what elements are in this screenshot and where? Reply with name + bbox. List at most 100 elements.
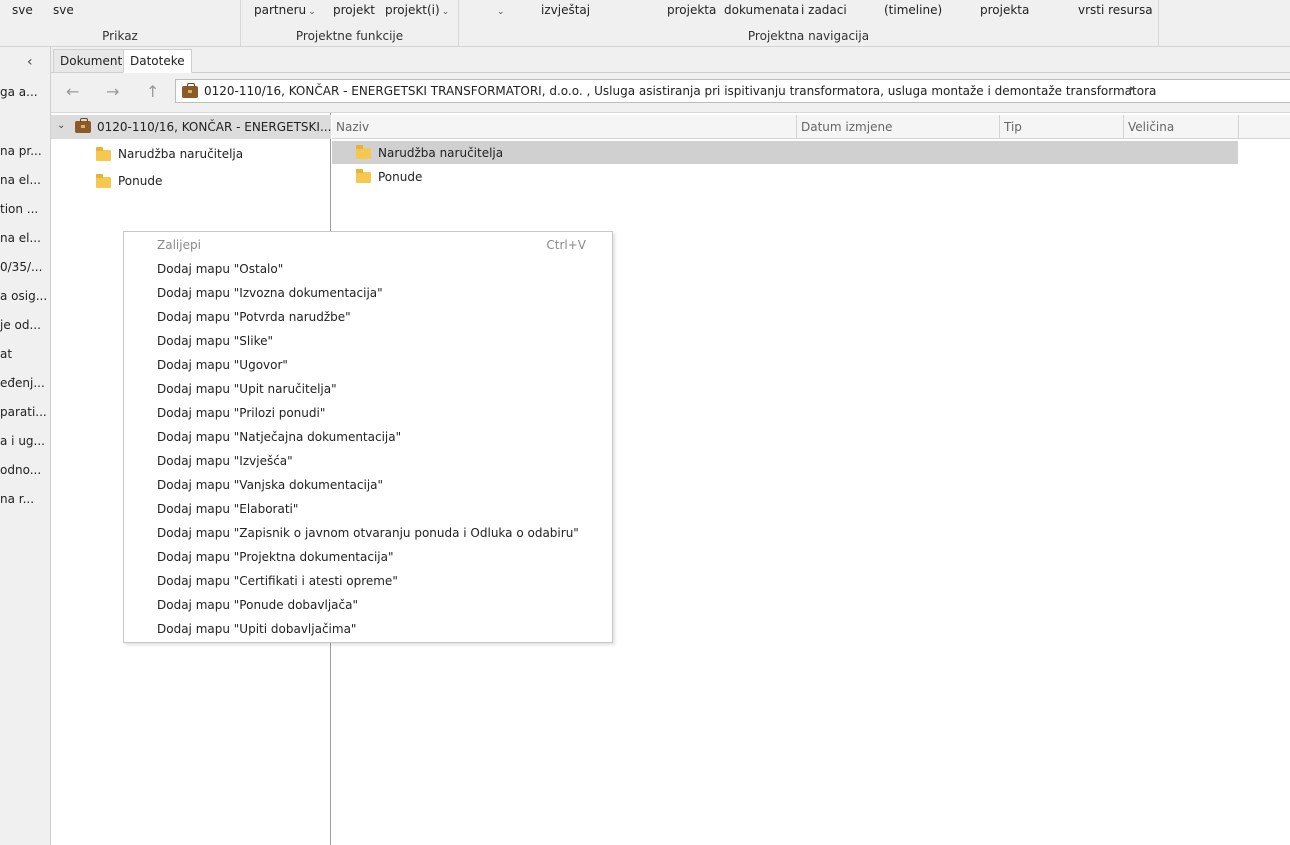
ribbon: sve sve Prikaz partneru ⌄ projekt projekt… xyxy=(0,0,1290,47)
menu-item-label: Dodaj mapu "Upit naručitelja" xyxy=(157,382,337,396)
table-row[interactable]: Narudžba naručitelja xyxy=(332,141,1238,164)
address-bar: ← → ↑ 0120-110/16, KONČAR - ENERGETSKI T… xyxy=(51,73,1290,113)
menu-item-label: Dodaj mapu "Ostalo" xyxy=(157,262,284,276)
menu-item-label: Dodaj mapu "Prilozi ponudi" xyxy=(157,406,326,420)
side-list-item[interactable]: a i ug... xyxy=(0,434,50,448)
ribbon-button-projekti[interactable]: projekt(i) ⌄ xyxy=(385,3,449,17)
menu-item-add-folder[interactable]: Dodaj mapu "Vanjska dokumentacija" xyxy=(124,473,612,497)
menu-item-add-folder[interactable]: Dodaj mapu "Zapisnik o javnom otvaranju … xyxy=(124,521,612,545)
chevron-down-icon[interactable]: ⌄ xyxy=(57,120,65,131)
menu-item-label: Dodaj mapu "Natječajna dokumentacija" xyxy=(157,430,402,444)
ribbon-button-projekt[interactable]: projekt xyxy=(333,3,375,17)
chevron-left-icon[interactable]: ‹ xyxy=(27,54,33,70)
tree-node-label: Ponude xyxy=(118,174,163,188)
menu-item-add-folder[interactable]: Dodaj mapu "Izvješća" xyxy=(124,449,612,473)
menu-item-label: Dodaj mapu "Upiti dobavljačima" xyxy=(157,622,357,636)
menu-item-add-folder[interactable]: Dodaj mapu "Natječajna dokumentacija" xyxy=(124,425,612,449)
menu-item-add-folder[interactable]: Dodaj mapu "Izvozna dokumentacija" xyxy=(124,281,612,305)
ribbon-group-label: Projektne funkcije xyxy=(295,29,404,43)
ribbon-button-sve-1[interactable]: sve xyxy=(12,3,33,17)
menu-item-add-folder[interactable]: Dodaj mapu "Certifikati i atesti opreme" xyxy=(124,569,612,593)
table-row[interactable]: Ponude xyxy=(332,165,1238,188)
ribbon-group-projektna-navigacija: ⌄ izvještaj projekta dokumenata i zadaci… xyxy=(459,0,1159,46)
chevron-down-icon: ⌄ xyxy=(441,7,450,17)
menu-item-label: Dodaj mapu "Zapisnik o javnom otvaranju … xyxy=(157,526,579,540)
menu-item-label: Dodaj mapu "Projektna dokumentacija" xyxy=(157,550,394,564)
folder-icon xyxy=(356,145,371,159)
menu-item-add-folder[interactable]: Dodaj mapu "Upit naručitelja" xyxy=(124,377,612,401)
ribbon-button-sve-2[interactable]: sve xyxy=(53,3,74,17)
side-list-item[interactable]: na pr... xyxy=(0,144,50,158)
column-naziv[interactable]: Naziv xyxy=(332,115,797,139)
menu-item-add-folder[interactable]: Dodaj mapu "Elaborati" xyxy=(124,497,612,521)
tree-node[interactable]: Ponude xyxy=(51,169,331,193)
tree-root-node[interactable]: ⌄ 0120-110/16, KONČAR - ENERGETSKI... xyxy=(51,115,331,139)
tree-node-label: Narudžba naručitelja xyxy=(118,147,244,161)
menu-item-add-folder[interactable]: Dodaj mapu "Ostalo" xyxy=(124,257,612,281)
path-text: 0120-110/16, KONČAR - ENERGETSKI TRANSFO… xyxy=(204,84,1157,98)
ribbon-button-timeline[interactable]: (timeline) xyxy=(884,3,942,17)
side-list-item[interactable]: na el... xyxy=(0,173,50,187)
side-list-item[interactable]: eđenj... xyxy=(0,376,50,390)
menu-item-label: Dodaj mapu "Elaborati" xyxy=(157,502,299,516)
menu-item-add-folder[interactable]: Dodaj mapu "Ugovor" xyxy=(124,353,612,377)
arrow-up-icon[interactable]: ↑ xyxy=(146,82,159,101)
menu-item-add-folder[interactable]: Dodaj mapu "Upiti dobavljačima" xyxy=(124,617,612,641)
side-list-item[interactable]: tion ... xyxy=(0,202,50,216)
ribbon-button-vrsti-resursa[interactable]: vrsti resursa xyxy=(1078,3,1153,17)
column-header: Naziv Datum izmjene Tip Veličina xyxy=(332,115,1290,139)
column-datum-izmjene[interactable]: Datum izmjene xyxy=(797,115,1000,139)
ribbon-button-label: projekt(i) xyxy=(385,3,440,17)
side-list-item[interactable]: odno... xyxy=(0,463,50,477)
ribbon-button-dokumenata[interactable]: dokumenata xyxy=(724,3,799,17)
ribbon-button-partneru[interactable]: partneru ⌄ xyxy=(254,3,316,17)
path-breadcrumb[interactable]: 0120-110/16, KONČAR - ENERGETSKI TRANSFO… xyxy=(175,79,1290,103)
menu-item-add-folder[interactable]: Dodaj mapu "Ponude dobavljača" xyxy=(124,593,612,617)
chevron-down-icon[interactable]: ⌄ xyxy=(495,3,505,17)
tree-root-label: 0120-110/16, KONČAR - ENERGETSKI... xyxy=(97,120,332,134)
ribbon-button-projekta-2[interactable]: projekta xyxy=(980,3,1029,17)
column-tip[interactable]: Tip xyxy=(1000,115,1124,139)
chevron-down-icon: ⌄ xyxy=(308,7,316,17)
menu-item-add-folder[interactable]: Dodaj mapu "Potvrda narudžbe" xyxy=(124,305,612,329)
arrow-right-icon[interactable]: → xyxy=(106,82,119,101)
tab-bar: Dokumenti Datoteke xyxy=(51,47,1290,73)
ribbon-group-label: Projektna navigacija xyxy=(747,29,870,43)
side-list-item[interactable]: parati... xyxy=(0,405,50,419)
side-list-item[interactable]: 0/35/... xyxy=(0,260,50,274)
ribbon-button-label: partneru xyxy=(254,3,307,17)
side-list-item[interactable]: na r... xyxy=(0,492,50,506)
menu-item-label: Dodaj mapu "Izvozna dokumentacija" xyxy=(157,286,383,300)
context-menu: Zalijepi Ctrl+V Dodaj mapu "Ostalo" Doda… xyxy=(123,231,613,643)
folder-icon xyxy=(96,147,111,161)
folder-icon xyxy=(96,174,111,188)
ribbon-button-projekta-1[interactable]: projekta xyxy=(667,3,716,17)
tab-datoteke[interactable]: Datoteke xyxy=(123,49,192,73)
column-velicina[interactable]: Veličina xyxy=(1124,115,1239,139)
file-name: Narudžba naručitelja xyxy=(378,146,504,160)
side-list-item[interactable]: ga a... xyxy=(0,85,50,99)
menu-item-add-folder[interactable]: Dodaj mapu "Slike" xyxy=(124,329,612,353)
left-side-panel: ‹ ga a... na pr... na el... tion ... na … xyxy=(0,47,51,845)
menu-item-paste[interactable]: Zalijepi Ctrl+V xyxy=(124,233,612,257)
chevron-right-icon[interactable]: ▸ xyxy=(1130,84,1135,94)
menu-item-label: Dodaj mapu "Vanjska dokumentacija" xyxy=(157,478,384,492)
menu-item-label: Dodaj mapu "Ponude dobavljača" xyxy=(157,598,358,612)
tree-node[interactable]: Narudžba naručitelja xyxy=(51,142,331,166)
menu-item-label: Dodaj mapu "Izvješća" xyxy=(157,454,293,468)
menu-item-shortcut: Ctrl+V xyxy=(546,238,586,252)
side-list-item[interactable]: a osig... xyxy=(0,289,50,303)
menu-item-label: Dodaj mapu "Potvrda narudžbe" xyxy=(157,310,351,324)
ribbon-group-prikaz: sve sve Prikaz xyxy=(0,0,241,46)
ribbon-button-i-zadaci[interactable]: i zadaci xyxy=(801,3,847,17)
menu-item-add-folder[interactable]: Dodaj mapu "Prilozi ponudi" xyxy=(124,401,612,425)
tab-dokumenti[interactable]: Dokumenti xyxy=(53,49,133,73)
side-list-item[interactable]: na el... xyxy=(0,231,50,245)
side-list-item[interactable]: je od... xyxy=(0,318,50,332)
menu-item-label: Dodaj mapu "Ugovor" xyxy=(157,358,288,372)
arrow-left-icon[interactable]: ← xyxy=(66,82,79,101)
menu-item-label: Zalijepi xyxy=(157,238,201,252)
side-list-item[interactable]: at xyxy=(0,347,50,361)
menu-item-add-folder[interactable]: Dodaj mapu "Projektna dokumentacija" xyxy=(124,545,612,569)
ribbon-button-izvjestaj[interactable]: izvještaj xyxy=(541,3,590,17)
